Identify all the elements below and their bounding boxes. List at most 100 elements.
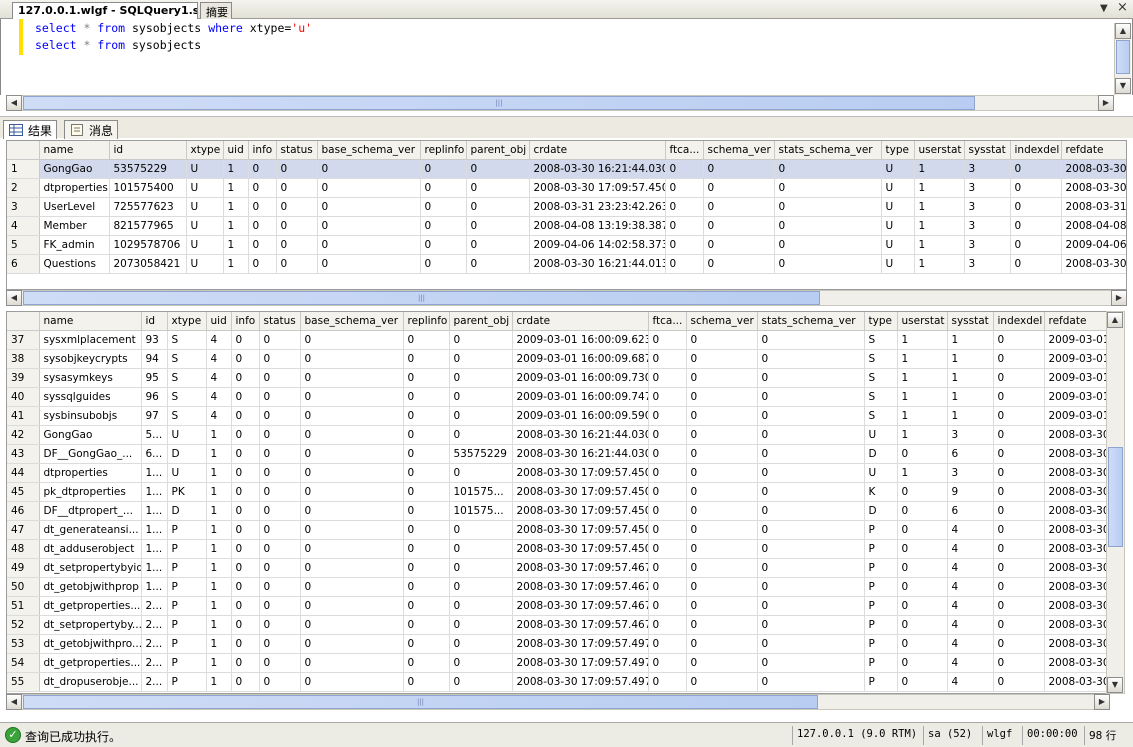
table-cell[interactable]: 93 bbox=[141, 330, 168, 350]
table-cell[interactable]: 4 bbox=[206, 387, 232, 407]
table-cell[interactable]: 1 bbox=[914, 254, 965, 274]
table-cell[interactable]: 2009-04-06 14 bbox=[1061, 235, 1126, 255]
table-cell[interactable]: 0 bbox=[403, 558, 450, 578]
table-cell[interactable]: 0 bbox=[420, 159, 467, 179]
table-cell[interactable]: 0 bbox=[231, 615, 260, 635]
table-cell[interactable]: 3 bbox=[964, 159, 1011, 179]
table-cell[interactable]: 95 bbox=[141, 368, 168, 388]
table-cell[interactable]: 0 bbox=[231, 596, 260, 616]
table-cell[interactable]: 821577965 bbox=[109, 216, 187, 236]
table-cell[interactable]: 0 bbox=[259, 387, 301, 407]
table-cell[interactable]: 0 bbox=[300, 406, 404, 426]
table-cell[interactable]: 0 bbox=[449, 615, 513, 635]
table-cell[interactable]: 1... bbox=[141, 520, 168, 540]
table-cell[interactable]: 0 bbox=[403, 349, 450, 369]
table-cell[interactable]: 0 bbox=[993, 615, 1045, 635]
table-cell[interactable]: 2008-04-08 13 bbox=[1061, 216, 1126, 236]
table-cell[interactable]: U bbox=[864, 425, 898, 445]
table-cell[interactable]: U bbox=[881, 178, 915, 198]
table-row[interactable]: 41 sysbinsubobjs 97 S 4 0 0 0 0 0 2009-03-01 16:00… bbox=[7, 406, 1109, 426]
table-cell[interactable]: 2008-03-30 17:09:57.450 bbox=[529, 178, 666, 198]
table-cell[interactable]: 1 bbox=[223, 159, 249, 179]
table-cell[interactable]: 1 bbox=[897, 387, 948, 407]
table-cell[interactable]: 1 bbox=[206, 558, 232, 578]
table-cell[interactable]: U bbox=[881, 159, 915, 179]
table-cell[interactable]: 0 bbox=[276, 197, 318, 217]
table-cell[interactable]: U bbox=[881, 235, 915, 255]
column-header[interactable]: refdate bbox=[1061, 141, 1126, 160]
table-cell[interactable]: 0 bbox=[897, 444, 948, 464]
table-cell[interactable]: 0 bbox=[703, 216, 775, 236]
table-cell[interactable]: 1 bbox=[206, 463, 232, 483]
table-cell[interactable]: 2008-03-30 16:21:44.030 bbox=[512, 425, 649, 445]
column-header[interactable]: info bbox=[248, 141, 277, 160]
table-cell[interactable]: 1... bbox=[141, 501, 168, 521]
table-cell[interactable]: pk_dtproperties bbox=[39, 482, 142, 502]
table-cell[interactable]: 2008-03-30 16 bbox=[1061, 254, 1126, 274]
table-cell[interactable]: 0 bbox=[231, 634, 260, 654]
table-cell[interactable]: 0 bbox=[259, 406, 301, 426]
table-cell[interactable]: P bbox=[864, 672, 898, 692]
table-cell[interactable]: 0 bbox=[648, 634, 687, 654]
table-cell[interactable]: DF__GongGao_... bbox=[39, 444, 142, 464]
table-cell[interactable]: 1 bbox=[223, 235, 249, 255]
table-cell[interactable]: 0 bbox=[300, 463, 404, 483]
table-cell[interactable]: 0 bbox=[449, 330, 513, 350]
table-cell[interactable]: 0 bbox=[665, 197, 704, 217]
table-cell[interactable]: 0 bbox=[686, 558, 758, 578]
table-cell[interactable]: 1... bbox=[141, 577, 168, 597]
table-cell[interactable]: 0 bbox=[420, 216, 467, 236]
table-cell[interactable]: 1 bbox=[206, 596, 232, 616]
table-cell[interactable]: 0 bbox=[757, 615, 865, 635]
table-cell[interactable]: 0 bbox=[686, 596, 758, 616]
table-cell[interactable]: 0 bbox=[231, 425, 260, 445]
table-cell[interactable]: 1 bbox=[897, 330, 948, 350]
table-cell[interactable]: 0 bbox=[403, 368, 450, 388]
table-cell[interactable]: S bbox=[167, 406, 207, 426]
table-cell[interactable]: 0 bbox=[665, 178, 704, 198]
table-cell[interactable]: 0 bbox=[231, 539, 260, 559]
table-cell[interactable]: 0 bbox=[248, 235, 277, 255]
table-cell[interactable]: 1 bbox=[223, 178, 249, 198]
table-cell[interactable]: 0 bbox=[686, 444, 758, 464]
table-cell[interactable]: 0 bbox=[231, 349, 260, 369]
table-cell[interactable]: U bbox=[186, 216, 224, 236]
table-cell[interactable]: 2008-03-30 17: bbox=[1044, 672, 1109, 692]
table-cell[interactable]: 2008-03-30 17: bbox=[1044, 577, 1109, 597]
table-cell[interactable]: 0 bbox=[259, 501, 301, 521]
grid2-horizontal-scrollbar[interactable]: ◀ ||| ▶ bbox=[6, 694, 1110, 710]
table-cell[interactable]: 0 bbox=[466, 197, 530, 217]
table-cell[interactable]: 0 bbox=[248, 197, 277, 217]
table-cell[interactable]: 0 bbox=[248, 216, 277, 236]
table-cell[interactable]: 0 bbox=[466, 178, 530, 198]
table-cell[interactable]: 2008-03-30 16 bbox=[1061, 159, 1126, 179]
table-cell[interactable]: U bbox=[186, 254, 224, 274]
table-cell[interactable]: 0 bbox=[403, 615, 450, 635]
table-cell[interactable]: 0 bbox=[686, 406, 758, 426]
table-cell[interactable]: 0 bbox=[317, 197, 421, 217]
column-header[interactable]: indexdel bbox=[1010, 141, 1062, 160]
table-cell[interactable]: 0 bbox=[449, 463, 513, 483]
editor-vertical-scrollbar[interactable]: ▲ ▼ bbox=[1114, 23, 1131, 95]
table-cell[interactable]: 2008-03-30 17: bbox=[1044, 596, 1109, 616]
table-row[interactable]: 55 dt_dropuserobje... 2... P 1 0 0 0 0 0 2008-03-3… bbox=[7, 672, 1109, 692]
table-cell[interactable]: 1029578706 bbox=[109, 235, 187, 255]
column-header[interactable]: crdate bbox=[512, 312, 649, 331]
table-cell[interactable]: 0 bbox=[259, 653, 301, 673]
table-cell[interactable]: 0 bbox=[403, 672, 450, 692]
table-cell[interactable]: 0 bbox=[686, 634, 758, 654]
column-header[interactable]: id bbox=[141, 312, 168, 331]
table-cell[interactable]: 6 bbox=[947, 501, 994, 521]
scroll-down-icon[interactable]: ▼ bbox=[1115, 78, 1131, 94]
table-cell[interactable]: 0 bbox=[757, 520, 865, 540]
table-cell[interactable]: 0 bbox=[774, 197, 882, 217]
table-cell[interactable]: 0 bbox=[300, 387, 404, 407]
table-cell[interactable]: 0 bbox=[449, 596, 513, 616]
table-row[interactable]: 3 UserLevel 725577623 U 1 0 0 0 0 0 2008-03-31 23:… bbox=[7, 197, 1126, 217]
table-cell[interactable]: 0 bbox=[231, 368, 260, 388]
table-cell[interactable]: 0 bbox=[317, 159, 421, 179]
tab-messages[interactable]: 消息 bbox=[64, 120, 119, 139]
column-header[interactable]: uid bbox=[223, 141, 249, 160]
table-cell[interactable]: P bbox=[167, 634, 207, 654]
table-cell[interactable]: 0 bbox=[897, 501, 948, 521]
